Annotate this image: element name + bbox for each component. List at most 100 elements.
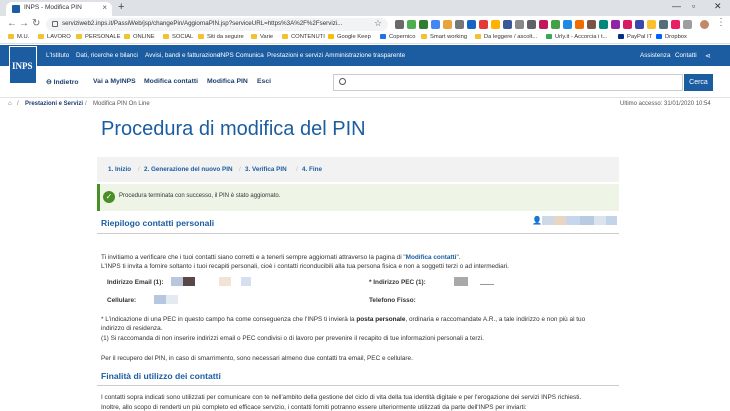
topnav-comunica[interactable]: INPS Comunica — [219, 52, 264, 59]
user-icon: 👤 — [532, 216, 542, 225]
extension-icon[interactable] — [395, 20, 404, 29]
search-icon — [339, 78, 346, 85]
new-tab-icon[interactable]: + — [118, 1, 124, 13]
extension-icon[interactable] — [587, 20, 596, 29]
folder-icon — [198, 34, 204, 39]
extension-icon[interactable] — [599, 20, 608, 29]
inps-top-nav: L'Istituto Dati, ricerche e bilanci Avvi… — [0, 45, 730, 66]
myinps-link[interactable]: Vai a MyINPS — [93, 78, 136, 85]
inps-logo[interactable]: INPS — [9, 46, 37, 84]
divider — [97, 233, 619, 234]
phone-label: Telefono Fisso: — [369, 297, 416, 304]
url-text: serviziweb2.inps.it/PassiWeb/jsp/changeP… — [62, 20, 343, 27]
bookmark-item[interactable]: Smart working — [421, 34, 467, 40]
browser-toolbar: ← → ↻ serviziweb2.inps.it/PassiWeb/jsp/c… — [0, 16, 730, 33]
bookmark-item[interactable]: Urly.it - Accorcia i t... — [546, 34, 607, 40]
extension-icon[interactable] — [683, 20, 692, 29]
copernico-icon — [380, 34, 386, 39]
maximize-icon[interactable]: ▫ — [692, 1, 695, 11]
bookmark-item[interactable]: ONLINE — [124, 34, 155, 40]
topnav-contatti[interactable]: Contatti — [675, 52, 697, 59]
mobile-label: Cellulare: — [107, 297, 137, 304]
modifica-contatti-link[interactable]: Modifica contatti — [144, 78, 198, 85]
extension-icon[interactable] — [455, 20, 464, 29]
bookmark-item[interactable]: Dropbox — [656, 34, 687, 40]
modifica-contatti-inline-link[interactable]: Modifica contatti — [406, 254, 457, 261]
modifica-pin-link[interactable]: Modifica PIN — [207, 78, 248, 85]
bookmark-item[interactable]: Copernico — [380, 34, 415, 40]
extension-icon[interactable] — [647, 20, 656, 29]
tab-title: INPS - Modifica PIN — [24, 4, 82, 11]
urly-icon — [546, 34, 552, 39]
bookmark-item[interactable]: CONTENUTI — [282, 34, 325, 40]
extension-icon[interactable] — [575, 20, 584, 29]
bookmark-star-icon[interactable]: ☆ — [374, 18, 382, 29]
extension-icon[interactable] — [635, 20, 644, 29]
forward-icon[interactable]: → — [19, 18, 29, 29]
esci-link[interactable]: Esci — [257, 78, 271, 85]
topnav-avvisi[interactable]: Avvisi, bandi e fatturazione — [145, 52, 220, 59]
folder-icon — [8, 34, 14, 39]
browser-tabbar: INPS - Modifica PIN × + — ▫ ✕ — [0, 0, 730, 16]
extension-icon[interactable] — [479, 20, 488, 29]
topnav-trasparenza[interactable]: Amministrazione trasparente — [325, 52, 405, 59]
browser-tab[interactable]: INPS - Modifica PIN × — [6, 2, 112, 16]
reload-icon[interactable]: ↻ — [32, 18, 40, 29]
extension-icon[interactable] — [491, 20, 500, 29]
close-window-icon[interactable]: ✕ — [714, 1, 722, 12]
folder-icon — [421, 34, 427, 39]
breadcrumb-prestazioni[interactable]: Prestazioni e Servizi — [25, 101, 83, 107]
bookmark-item[interactable]: LAVORO — [38, 34, 71, 40]
paypal-icon — [618, 34, 624, 39]
menu-icon[interactable]: ⋮ — [716, 17, 726, 28]
redacted-user-name — [542, 216, 617, 225]
extension-icon[interactable] — [419, 20, 428, 29]
extension-icon[interactable] — [467, 20, 476, 29]
extension-icon[interactable] — [443, 20, 452, 29]
extension-icon[interactable] — [515, 20, 524, 29]
page-title: Procedura di modifica del PIN — [101, 118, 366, 140]
extension-icon[interactable] — [563, 20, 572, 29]
folder-icon — [38, 34, 44, 39]
topnav-prestazioni[interactable]: Prestazioni e servizi — [267, 52, 323, 59]
back-link[interactable]: ⊖ Indietro — [46, 78, 79, 86]
bookmark-item[interactable]: PERSONALE — [76, 34, 120, 40]
address-bar[interactable]: serviziweb2.inps.it/PassiWeb/jsp/changeP… — [46, 18, 388, 31]
dropbox-icon — [656, 34, 662, 39]
extension-icon[interactable] — [527, 20, 536, 29]
extension-icon[interactable] — [431, 20, 440, 29]
extension-icon[interactable] — [623, 20, 632, 29]
bookmark-item[interactable]: SOCIAL — [163, 34, 193, 40]
extension-icon[interactable] — [503, 20, 512, 29]
back-icon[interactable]: ← — [7, 18, 17, 29]
logo-text: INPS — [12, 61, 33, 71]
bookmark-item[interactable]: M.U. — [8, 34, 29, 40]
topnav-assistenza[interactable]: Assistenza — [640, 52, 670, 59]
share-icon[interactable]: ⋖ — [705, 52, 711, 60]
profile-avatar[interactable] — [700, 20, 709, 29]
intro-line-1: Ti invitiamo a verificare che i tuoi con… — [101, 254, 461, 261]
step-3: 3. Verifica PIN — [245, 166, 287, 173]
topnav-istituto[interactable]: L'Istituto — [46, 52, 69, 59]
extension-icon[interactable] — [407, 20, 416, 29]
home-icon[interactable]: ⌂ — [8, 101, 12, 107]
minimize-icon[interactable]: — — [672, 1, 681, 11]
bookmark-item[interactable]: Google Keep — [328, 34, 371, 40]
bookmark-item[interactable]: PayPal IT — [618, 34, 652, 40]
bookmark-item[interactable]: Siti da seguire — [198, 34, 244, 40]
tab-close-icon[interactable]: × — [102, 3, 107, 12]
extension-icon[interactable] — [611, 20, 620, 29]
extension-icon[interactable] — [539, 20, 548, 29]
bookmark-item[interactable]: Varie — [251, 34, 273, 40]
topnav-dati[interactable]: Dati, ricerche e bilanci — [76, 52, 138, 59]
extension-icon[interactable] — [659, 20, 668, 29]
folder-icon — [475, 34, 481, 39]
extension-icon[interactable] — [551, 20, 560, 29]
search-input[interactable] — [333, 74, 683, 91]
extension-icon[interactable] — [671, 20, 680, 29]
redacted-mobile — [154, 295, 178, 304]
note-pec-line-2: indirizzo di residenza. — [101, 325, 163, 332]
bookmark-item[interactable]: Da leggere / ascolt... — [475, 34, 537, 40]
search-button[interactable]: Cerca — [684, 74, 713, 91]
last-access: Ultimo accesso: 31/01/2020 10:54 — [620, 101, 711, 107]
